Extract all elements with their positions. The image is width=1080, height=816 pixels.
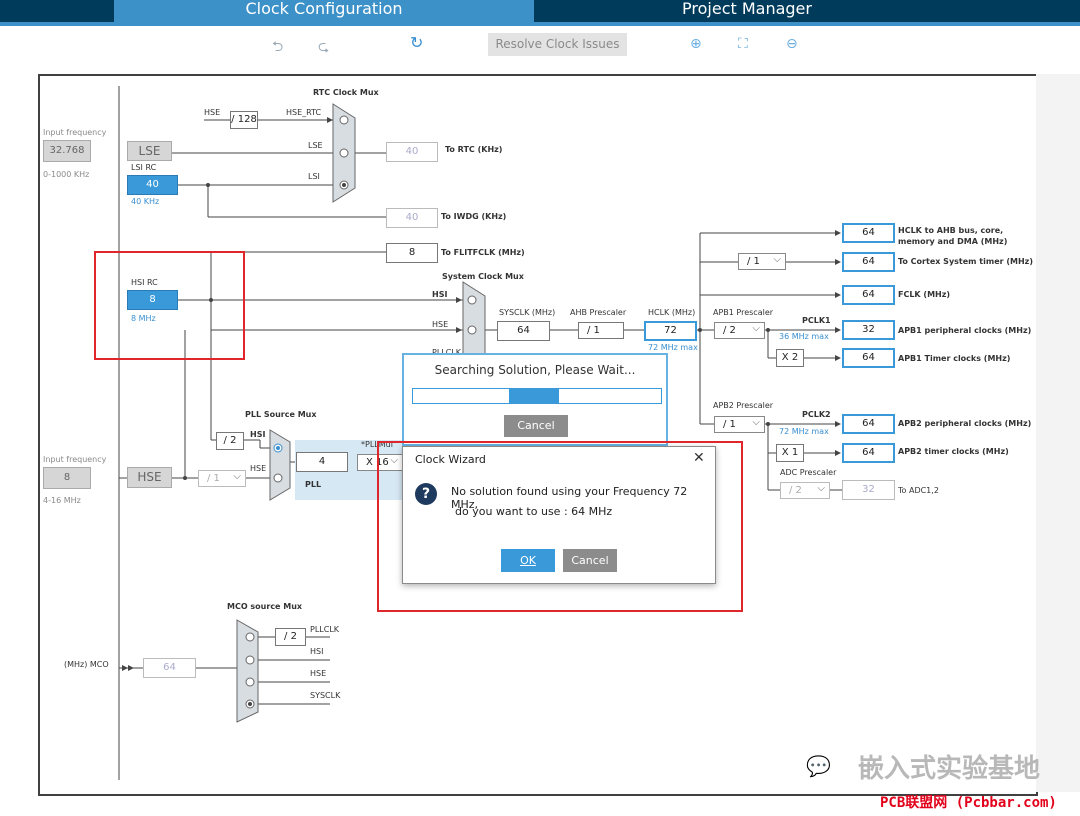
pll-hsi-label: HSI <box>250 430 266 439</box>
apb2-prescaler-select[interactable]: / 1 <box>714 415 765 433</box>
hse-rtc-input-label: HSE <box>204 108 221 117</box>
mco-pllclk-label: PLLCLK <box>310 625 340 634</box>
watermark-text: 嵌入式实验基地 <box>858 754 1041 784</box>
hclk-max-label: 72 MHz max <box>648 343 698 352</box>
apb1-x2-box: X 2 <box>776 349 804 367</box>
mco-hsi-label: HSI <box>310 647 324 656</box>
apb1-prescaler-label: APB1 Prescaler <box>713 308 774 317</box>
hse-rtc-label: HSE_RTC <box>286 108 322 117</box>
hsi-highlight-box <box>94 251 245 360</box>
to-flitfclk-label: To FLITFCLK (MHz) <box>441 248 525 257</box>
hse-box[interactable]: HSE <box>127 467 172 488</box>
apb2-timer-output[interactable]: 64 <box>842 443 895 463</box>
cortex-timer-label: To Cortex System timer (MHz) <box>898 257 1033 266</box>
rtc-mux-label: RTC Clock Mux <box>313 88 379 97</box>
adc-prescaler-select[interactable]: / 2 <box>780 481 830 499</box>
div128-box: / 128 <box>230 111 258 129</box>
to-rtc-label: To RTC (KHz) <box>445 145 503 154</box>
mco-source-mux-label: MCO source Mux <box>227 602 303 611</box>
cortex-timer-prescaler-select[interactable]: / 1 <box>738 252 786 270</box>
mco-div2-box: / 2 <box>275 628 306 646</box>
pclk2-max-label: 72 MHz max <box>779 427 829 436</box>
pclk2-label: PCLK2 <box>802 410 831 419</box>
lse-frequency-input[interactable]: 32.768 <box>43 140 91 162</box>
flitfclk-output-box: 8 <box>386 243 438 263</box>
apb2-x1-box: X 1 <box>776 444 804 462</box>
sys-hse-label: HSE <box>432 320 449 329</box>
searching-text: Searching Solution, Please Wait... <box>434 363 636 377</box>
lse-range-label: 0-1000 KHz <box>43 170 90 179</box>
wechat-icon: 💬 <box>806 754 831 778</box>
apb2-timer-label: APB2 timer clocks (MHz) <box>898 447 1009 456</box>
lse-line-label: LSE <box>308 141 323 150</box>
pll-div2-box: / 2 <box>216 432 244 450</box>
apb1-timer-output[interactable]: 64 <box>842 348 895 368</box>
hclk-ahb-label-2: memory and DMA (MHz) <box>898 237 1008 246</box>
mco-output-box: 64 <box>143 658 196 678</box>
ahb-prescaler-label: AHB Prescaler <box>570 308 627 317</box>
apb2-prescaler-label: APB2 Prescaler <box>713 401 774 410</box>
ahb-prescaler-value[interactable]: / 1 <box>578 322 624 339</box>
hse-frequency-input[interactable]: 8 <box>43 467 91 489</box>
searching-progress-bar <box>412 388 662 404</box>
fclk-output[interactable]: 64 <box>842 285 895 305</box>
apb1-timer-label: APB1 Timer clocks (MHz) <box>898 354 1011 363</box>
fclk-label: FCLK (MHz) <box>898 290 951 299</box>
iwdg-output-box: 40 <box>386 208 438 228</box>
sys-hsi-label: HSI <box>432 290 448 299</box>
sysclk-box: 64 <box>497 321 550 341</box>
hclk-input[interactable]: 72 <box>644 321 697 341</box>
apb1-prescaler-select[interactable]: / 2 <box>714 321 765 339</box>
cortex-timer-output[interactable]: 64 <box>842 252 895 272</box>
hse-prediv-select[interactable]: / 1 <box>198 469 246 487</box>
hse-range-label: 4-16 MHz <box>43 496 81 505</box>
adc-prescaler-label: ADC Prescaler <box>780 468 837 477</box>
apb2-peripheral-label: APB2 peripheral clocks (MHz) <box>898 419 1032 428</box>
hclk-label: HCLK (MHz) <box>648 308 696 317</box>
pll-label: PLL <box>305 480 322 489</box>
pll-value-box: 4 <box>296 452 348 472</box>
apb1-peripheral-output[interactable]: 32 <box>842 320 895 340</box>
lsi-khz-label: 40 KHz <box>131 197 160 206</box>
wizard-highlight-box <box>377 441 743 612</box>
mco-hse-label: HSE <box>310 669 327 678</box>
sysclk-label: SYSCLK (MHz) <box>499 308 556 317</box>
pclk1-label: PCLK1 <box>802 316 831 325</box>
adc-label: To ADC1,2 <box>898 486 939 495</box>
searching-progress-fill <box>509 389 559 403</box>
adc-output: 32 <box>842 480 895 500</box>
lsi-rc-box[interactable]: 40 <box>127 175 178 195</box>
rtc-output-box: 40 <box>386 142 438 162</box>
lsi-rc-label: LSI RC <box>131 163 157 172</box>
system-clock-mux-label: System Clock Mux <box>442 272 524 281</box>
footer-credit: PCB联盟网 (Pcbbar.com) <box>880 795 1057 811</box>
mco-label: (MHz) MCO <box>64 660 109 669</box>
searching-cancel-button[interactable]: Cancel <box>504 415 568 437</box>
pll-source-mux-label: PLL Source Mux <box>245 410 317 419</box>
hse-input-frequency-label: Input frequency <box>43 455 107 464</box>
to-iwdg-label: To IWDG (KHz) <box>441 212 507 221</box>
lse-box[interactable]: LSE <box>127 141 172 161</box>
searching-dialog: Searching Solution, Please Wait... Cance… <box>402 353 668 446</box>
hclk-ahb-output[interactable]: 64 <box>842 223 895 243</box>
apb2-peripheral-output[interactable]: 64 <box>842 414 895 434</box>
apb1-peripheral-label: APB1 peripheral clocks (MHz) <box>898 326 1032 335</box>
mco-sysclk-label: SYSCLK <box>310 691 341 700</box>
lse-input-frequency-label: Input frequency <box>43 128 107 137</box>
pll-hse-label: HSE <box>250 464 267 473</box>
hclk-ahb-label: HCLK to AHB bus, core, <box>898 226 1004 235</box>
pclk1-max-label: 36 MHz max <box>779 332 829 341</box>
lsi-line-label: LSI <box>308 172 320 181</box>
